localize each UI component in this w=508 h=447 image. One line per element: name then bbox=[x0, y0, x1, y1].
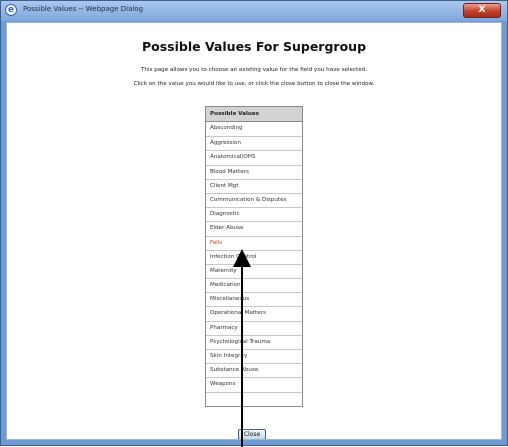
value-row-skin-integrity[interactable]: Skin Integrity bbox=[206, 349, 302, 363]
value-row-weapons[interactable]: Weapons bbox=[206, 377, 302, 391]
values-list: Absconding Aggression Anatomical/OHS Blo… bbox=[206, 122, 302, 406]
page-title: Possible Values For Supergroup bbox=[141, 39, 367, 54]
value-row-blood-matters[interactable]: Blood Matters bbox=[206, 164, 302, 179]
pointer-arrow-line bbox=[241, 265, 243, 447]
value-row-operational-matters[interactable]: Operational Matters bbox=[206, 306, 302, 320]
window-close-button[interactable]: X bbox=[463, 3, 501, 18]
dialog-content: Possible Values For Supergroup This page… bbox=[6, 22, 502, 440]
dialog-window: e Possible Values -- Webpage Dialog X Po… bbox=[0, 0, 508, 447]
value-row-communication-disputes[interactable]: Communication & Disputes bbox=[206, 192, 302, 207]
value-row-elder-abuse[interactable]: Elder Abuse bbox=[206, 221, 302, 235]
possible-values-table: Possible Values Absconding Aggression An… bbox=[205, 106, 303, 407]
value-row-anatomical-ohs[interactable]: Anatomical/OHS bbox=[206, 150, 302, 164]
value-row-diagnostic[interactable]: Diagnostic bbox=[206, 207, 302, 221]
value-row-client-mgt[interactable]: Client Mgt bbox=[206, 178, 302, 193]
value-row-miscellaneous[interactable]: Miscellaneous bbox=[206, 292, 302, 306]
value-row-aggression[interactable]: Aggression bbox=[206, 136, 302, 150]
value-row-absconding[interactable]: Absconding bbox=[206, 122, 302, 136]
title-bar[interactable]: e Possible Values -- Webpage Dialog X bbox=[1, 1, 507, 21]
internet-explorer-icon: e bbox=[5, 4, 17, 16]
intro-text-1: This page allows you to choose an existi… bbox=[140, 67, 367, 73]
value-row-maternity[interactable]: Maternity bbox=[206, 263, 302, 278]
table-header: Possible Values bbox=[206, 107, 302, 122]
value-row-medication[interactable]: Medication bbox=[206, 278, 302, 292]
value-row-infection-control[interactable]: Infection Control bbox=[206, 249, 302, 264]
value-row-pharmacy[interactable]: Pharmacy bbox=[206, 320, 302, 335]
value-row-falls[interactable]: Falls bbox=[206, 235, 302, 250]
table-empty-row bbox=[206, 391, 302, 406]
intro-text-2: Click on the value you would like to use… bbox=[133, 81, 375, 87]
window-title: Possible Values -- Webpage Dialog bbox=[23, 5, 144, 13]
value-row-substance-abuse[interactable]: Substance Abuse bbox=[206, 363, 302, 377]
value-row-psychological-trauma[interactable]: Psychological Trauma bbox=[206, 334, 302, 349]
